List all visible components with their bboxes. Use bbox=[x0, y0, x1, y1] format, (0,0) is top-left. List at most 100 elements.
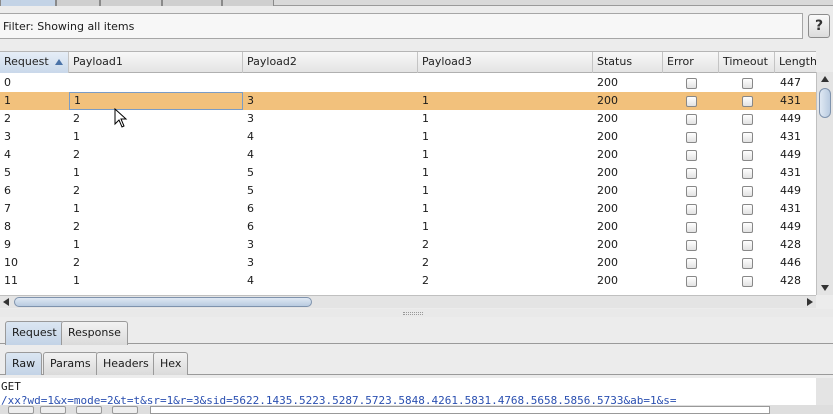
top-tab-strip bbox=[0, 0, 833, 6]
timeout-checkbox[interactable] bbox=[742, 132, 753, 143]
cell-length: 431 bbox=[780, 94, 801, 107]
cell-payload1: 2 bbox=[73, 256, 80, 269]
cell-length: 431 bbox=[780, 166, 801, 179]
error-checkbox[interactable] bbox=[686, 78, 697, 89]
error-checkbox[interactable] bbox=[686, 204, 697, 215]
scroll-down-icon[interactable] bbox=[821, 285, 829, 291]
timeout-checkbox[interactable] bbox=[742, 276, 753, 287]
error-checkbox[interactable] bbox=[686, 240, 697, 251]
timeout-checkbox[interactable] bbox=[742, 78, 753, 89]
previous-button[interactable] bbox=[40, 406, 66, 414]
table-row[interactable]: 11 1 4 2 200 428 bbox=[0, 272, 816, 290]
next-button[interactable] bbox=[112, 406, 138, 414]
scroll-right-icon[interactable] bbox=[807, 298, 813, 306]
table-row[interactable]: 7 1 6 1 200 431 bbox=[0, 200, 816, 218]
cell-payload1: 1 bbox=[73, 238, 80, 251]
table-vertical-scrollbar[interactable] bbox=[816, 72, 833, 295]
cell-length: 428 bbox=[780, 238, 801, 251]
sort-ascending-icon bbox=[55, 59, 63, 65]
tab-response[interactable]: Response bbox=[61, 321, 128, 345]
timeout-checkbox[interactable] bbox=[742, 240, 753, 251]
table-row[interactable]: 10 2 3 2 200 446 bbox=[0, 254, 816, 272]
column-header-request[interactable]: Request bbox=[0, 52, 69, 73]
cell-payload2: 5 bbox=[247, 166, 254, 179]
table-header: Request Payload1 Payload2 Payload3 Statu… bbox=[0, 52, 816, 73]
table-horizontal-scrollbar[interactable] bbox=[0, 295, 816, 308]
cell-payload3: 1 bbox=[422, 94, 429, 107]
timeout-checkbox[interactable] bbox=[742, 96, 753, 107]
column-header-timeout[interactable]: Timeout bbox=[719, 52, 775, 73]
view-tabs: Raw Params Headers Hex bbox=[0, 351, 833, 375]
splitter-grip-icon[interactable] bbox=[403, 312, 423, 315]
table-row[interactable]: 6 2 5 1 200 449 bbox=[0, 182, 816, 200]
tab-request[interactable]: Request bbox=[5, 321, 64, 345]
error-checkbox[interactable] bbox=[686, 186, 697, 197]
cell-status: 200 bbox=[597, 202, 618, 215]
cell-status: 200 bbox=[597, 148, 618, 161]
results-table: Request Payload1 Payload2 Payload3 Statu… bbox=[0, 51, 816, 295]
table-row[interactable]: 5 1 5 1 200 431 bbox=[0, 164, 816, 182]
cell-payload1: 1 bbox=[73, 130, 80, 143]
cell-request: 8 bbox=[4, 220, 11, 233]
tab-headers[interactable]: Headers bbox=[96, 352, 156, 375]
scroll-up-icon[interactable] bbox=[821, 76, 829, 82]
cell-payload1: 2 bbox=[73, 112, 80, 125]
error-checkbox[interactable] bbox=[686, 168, 697, 179]
cell-status: 200 bbox=[597, 184, 618, 197]
cell-status: 200 bbox=[597, 238, 618, 251]
table-row[interactable]: 8 2 6 1 200 449 bbox=[0, 218, 816, 236]
column-header-length[interactable]: Length bbox=[775, 52, 816, 73]
top-tab[interactable] bbox=[0, 0, 56, 6]
column-header-payload2[interactable]: Payload2 bbox=[243, 52, 418, 73]
error-checkbox[interactable] bbox=[686, 150, 697, 161]
column-header-status[interactable]: Status bbox=[593, 52, 663, 73]
scroll-left-icon[interactable] bbox=[3, 298, 9, 306]
column-header-payload3[interactable]: Payload3 bbox=[418, 52, 593, 73]
search-input[interactable] bbox=[150, 406, 770, 414]
error-checkbox[interactable] bbox=[686, 258, 697, 269]
timeout-checkbox[interactable] bbox=[742, 204, 753, 215]
timeout-checkbox[interactable] bbox=[742, 222, 753, 233]
top-tab[interactable] bbox=[162, 0, 222, 6]
timeout-checkbox[interactable] bbox=[742, 186, 753, 197]
add-button[interactable] bbox=[76, 406, 102, 414]
column-header-error[interactable]: Error bbox=[663, 52, 719, 73]
table-row[interactable]: 0 200 447 bbox=[0, 74, 816, 92]
cell-payload1: 2 bbox=[73, 220, 80, 233]
cell-status: 200 bbox=[597, 166, 618, 179]
error-checkbox[interactable] bbox=[686, 96, 697, 107]
top-tab[interactable] bbox=[56, 0, 100, 6]
cell-payload2: 3 bbox=[247, 94, 254, 107]
error-checkbox[interactable] bbox=[686, 276, 697, 287]
table-row[interactable]: 4 2 4 1 200 449 bbox=[0, 146, 816, 164]
error-checkbox[interactable] bbox=[686, 114, 697, 125]
cell-payload3: 2 bbox=[422, 274, 429, 287]
raw-line: GET bbox=[1, 380, 21, 393]
tab-params[interactable]: Params bbox=[43, 352, 98, 375]
column-header-payload1[interactable]: Payload1 bbox=[69, 52, 243, 73]
scrollbar-thumb[interactable] bbox=[819, 88, 831, 118]
tab-hex[interactable]: Hex bbox=[153, 352, 189, 375]
message-panel: Raw Params Headers Hex GET /xx?wd=1&x=mo… bbox=[0, 345, 833, 414]
cell-length: 449 bbox=[780, 220, 801, 233]
timeout-checkbox[interactable] bbox=[742, 114, 753, 125]
cell-status: 200 bbox=[597, 112, 618, 125]
table-row[interactable]: 3 1 4 1 200 431 bbox=[0, 128, 816, 146]
cell-payload3: 2 bbox=[422, 238, 429, 251]
help-button[interactable] bbox=[8, 406, 34, 414]
scrollbar-thumb[interactable] bbox=[14, 297, 312, 307]
cell-length: 431 bbox=[780, 130, 801, 143]
timeout-checkbox[interactable] bbox=[742, 168, 753, 179]
tab-raw[interactable]: Raw bbox=[5, 352, 43, 375]
table-row[interactable]: 9 1 3 2 200 428 bbox=[0, 236, 816, 254]
filter-bar[interactable]: Filter: Showing all items bbox=[0, 13, 803, 39]
timeout-checkbox[interactable] bbox=[742, 258, 753, 269]
top-tab[interactable] bbox=[222, 0, 274, 6]
top-tab[interactable] bbox=[100, 0, 162, 6]
timeout-checkbox[interactable] bbox=[742, 150, 753, 161]
help-button[interactable]: ? bbox=[808, 14, 830, 38]
pane-splitter[interactable] bbox=[0, 309, 833, 317]
cell-status: 200 bbox=[597, 130, 618, 143]
error-checkbox[interactable] bbox=[686, 222, 697, 233]
error-checkbox[interactable] bbox=[686, 132, 697, 143]
